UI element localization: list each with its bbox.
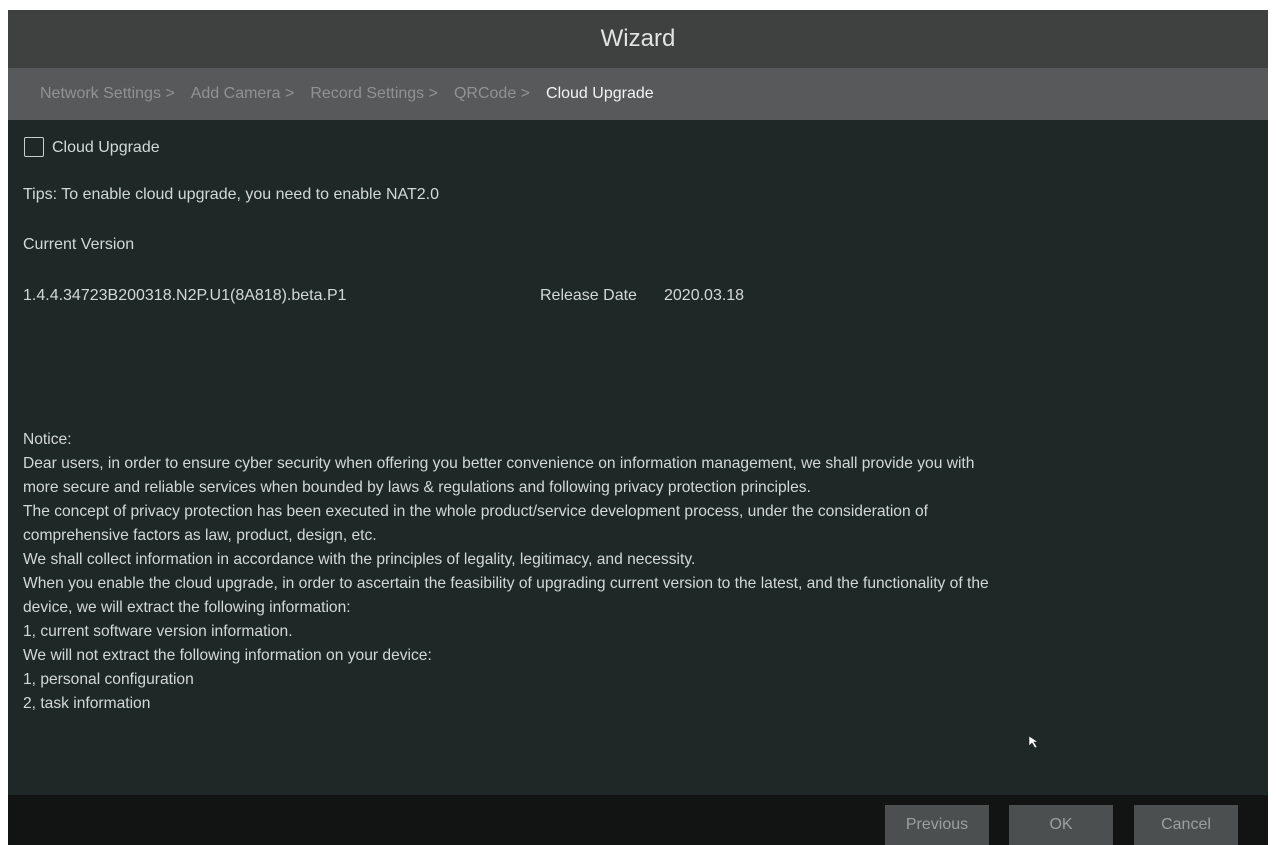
- notice-line: The concept of privacy protection has be…: [23, 503, 928, 520]
- tips-text: Tips: To enable cloud upgrade, you need …: [23, 186, 439, 203]
- cloud-upgrade-panel: Cloud Upgrade Tips: To enable cloud upgr…: [8, 120, 1268, 795]
- wizard-footer: Previous OK Cancel: [8, 795, 1268, 845]
- step-qrcode[interactable]: QRCode >: [454, 85, 530, 103]
- notice-line: more secure and reliable services when b…: [23, 479, 811, 496]
- cloud-upgrade-label[interactable]: Cloud Upgrade: [52, 139, 160, 157]
- step-add-camera[interactable]: Add Camera >: [191, 85, 295, 103]
- wizard-dialog: Wizard Network Settings > Add Camera > R…: [8, 10, 1268, 845]
- ok-button[interactable]: OK: [1009, 805, 1113, 845]
- cloud-upgrade-checkbox[interactable]: [24, 137, 44, 157]
- notice-line: device, we will extract the following in…: [23, 599, 351, 616]
- previous-button[interactable]: Previous: [885, 805, 989, 845]
- step-record-settings[interactable]: Record Settings >: [310, 85, 438, 103]
- current-version-label: Current Version: [23, 236, 135, 253]
- cancel-button[interactable]: Cancel: [1134, 805, 1238, 845]
- notice-line: comprehensive factors as law, product, d…: [23, 527, 377, 544]
- notice-line: We will not extract the following inform…: [23, 647, 432, 664]
- notice-line: Notice:: [23, 431, 72, 448]
- release-date-value: 2020.03.18: [664, 287, 745, 304]
- title-bar: Wizard: [8, 10, 1268, 68]
- notice-line: Dear users, in order to ensure cyber sec…: [23, 455, 975, 472]
- mouse-cursor-icon: [1028, 735, 1039, 749]
- version-value: 1.4.4.34723B200318.N2P.U1(8A818).beta.P1: [23, 287, 347, 304]
- notice-text: Notice: Dear users, in order to ensure c…: [23, 428, 1258, 716]
- step-cloud-upgrade[interactable]: Cloud Upgrade: [546, 85, 654, 103]
- wizard-steps: Network Settings > Add Camera > Record S…: [8, 68, 1268, 120]
- notice-line: We shall collect information in accordan…: [23, 551, 696, 568]
- notice-line: 1, current software version information.: [23, 623, 293, 640]
- notice-line: 1, personal configuration: [23, 671, 194, 688]
- notice-line: When you enable the cloud upgrade, in or…: [23, 575, 989, 592]
- notice-line: 2, task information: [23, 695, 151, 712]
- release-date-label: Release Date: [540, 287, 637, 304]
- step-network-settings[interactable]: Network Settings >: [40, 85, 175, 103]
- wizard-title: Wizard: [600, 25, 676, 52]
